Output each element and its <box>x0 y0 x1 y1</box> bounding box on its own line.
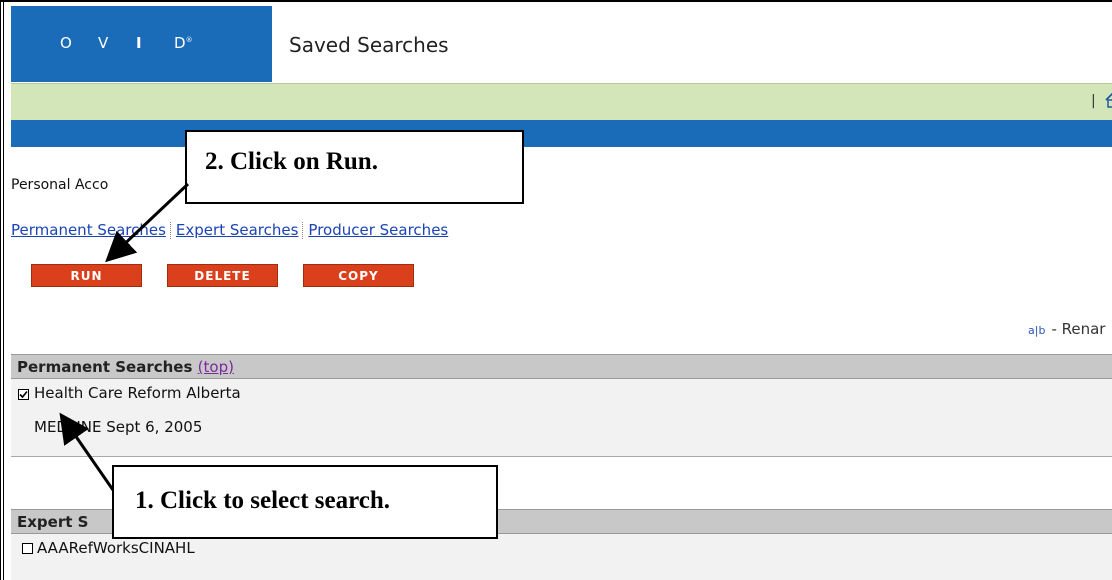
search-type-links: Permanent Searches Expert Searches Produ… <box>11 221 448 239</box>
select-checkbox[interactable] <box>22 543 33 554</box>
list-item: Health Care Reform Alberta MEDLINE Sept … <box>11 379 1112 457</box>
section-header-permanent: Permanent Searches (top) <box>11 354 1112 379</box>
search-details: MEDLINE Sept 6, 2005 <box>34 418 203 436</box>
callout-step-2: 2. Click on Run. <box>185 130 524 204</box>
logo-letter-i: I <box>136 34 142 52</box>
select-checkbox[interactable] <box>18 389 29 400</box>
link-divider <box>169 221 172 239</box>
rename-icon: a|b <box>1028 324 1046 337</box>
run-button[interactable]: RUN <box>31 264 142 287</box>
nav-bar-blue <box>11 120 1112 147</box>
toolbar-green: | <box>11 83 1112 121</box>
rename-label: - Renar <box>1051 320 1106 338</box>
arrow-to-run <box>105 182 190 263</box>
link-expert-searches[interactable]: Expert Searches <box>176 221 299 239</box>
toolbar-separator: | <box>1091 93 1096 109</box>
list-item: AAARefWorksCINAHL <box>11 534 1112 580</box>
logo-letter-d: D® <box>174 34 193 52</box>
search-title[interactable]: AAARefWorksCINAHL <box>37 539 195 557</box>
home-icon[interactable] <box>1105 92 1112 108</box>
rename-legend: a|b - Renar <box>1028 320 1105 338</box>
delete-button[interactable]: DELETE <box>167 264 278 287</box>
personal-account-label: Personal Acco <box>11 177 109 193</box>
top-link[interactable]: (top) <box>198 358 234 376</box>
callout-step-1: 1. Click to select search. <box>112 465 498 539</box>
callout-text: 2. Click on Run. <box>205 148 378 175</box>
registered-mark: ® <box>185 36 193 44</box>
copy-button[interactable]: COPY <box>303 264 414 287</box>
page-title: Saved Searches <box>289 33 449 57</box>
ovid-logo[interactable]: O V I D® <box>11 6 272 82</box>
search-title[interactable]: Health Care Reform Alberta <box>34 384 241 402</box>
callout-text: 1. Click to select search. <box>135 487 391 514</box>
logo-letter-o: O <box>60 34 72 52</box>
link-permanent-searches[interactable]: Permanent Searches <box>11 221 166 239</box>
section-title: Permanent Searches <box>17 358 193 376</box>
frame-left-border <box>0 0 4 580</box>
frame-top-border <box>0 0 1112 2</box>
link-divider <box>302 221 304 239</box>
header: O V I D® Saved Searches <box>11 6 1112 82</box>
logo-letter-v: V <box>98 34 109 52</box>
link-producer-searches[interactable]: Producer Searches <box>308 221 448 239</box>
section-title: Expert S <box>17 513 89 531</box>
